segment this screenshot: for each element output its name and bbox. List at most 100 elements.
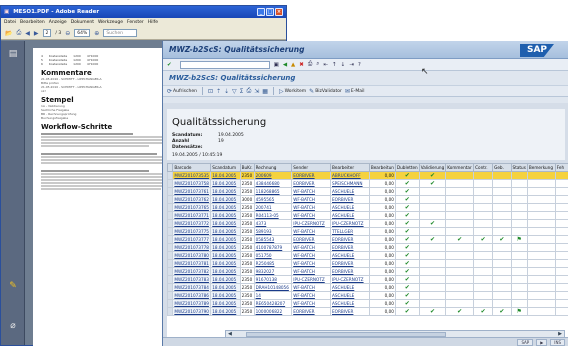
cell-bearbeiter[interactable]: ASCHUELE [330,283,370,292]
cell-barcode[interactable]: MWZ201073781 [172,259,212,268]
cell-sender[interactable]: IPU-CZERNOTZ [291,219,332,228]
cell-rechnung[interactable]: RE650428207 [253,299,293,308]
cell-rechnung[interactable]: 200609 [253,171,293,180]
cell-barcode[interactable]: MWZ201073784 [172,283,212,292]
column-header[interactable]: Rechnung [253,163,293,172]
save-icon[interactable]: ▣ [274,62,279,68]
cell-sender[interactable]: EORBIVER [291,307,332,316]
email-button[interactable]: ✉ E-Mail [345,88,365,95]
cell-date[interactable]: 18.04.2005 [210,283,241,292]
cell-barcode[interactable]: MWZ201073777 [172,235,212,244]
cell-rechnung[interactable]: 14 [253,291,293,300]
cell-date[interactable]: 18.04.2005 [210,235,241,244]
table-row[interactable]: MWZ201073777 18.04.2005 2350 0585543 EORBIVE… [167,235,568,244]
cell-bearbeiter[interactable]: IPU-CZERNOTZ [330,275,370,284]
cell-bearbeiter[interactable]: IPU-CZERNOTZ [330,219,370,228]
first-page-icon[interactable]: ⇤ [323,62,328,68]
table-row[interactable]: MWZ201073775 18.04.2005 2350 589193 WF-BATCH… [167,227,568,236]
nav-next-icon[interactable]: ▶ [34,30,39,37]
cell-rechnung[interactable]: 4100787879 [253,243,293,252]
cancel-icon[interactable]: ✖ [299,62,304,68]
cell-barcode[interactable]: MWZ201073772 [172,219,212,228]
column-header[interactable]: Kommentar [445,163,475,172]
table-row[interactable]: MWZ201073778 18.04.2005 2350 4100787879 WF-B… [167,243,568,252]
table-row[interactable]: MWZ201073758 18.04.2005 2350 438446680 EORBI… [167,179,568,188]
cell-bearbeiter[interactable]: ASCHUELE [330,187,370,196]
cell-barcode[interactable]: MWZ201073780 [172,251,212,260]
cell-sender[interactable]: WF-BATCH [291,267,332,276]
cell-date[interactable]: 18.04.2005 [210,243,241,252]
cell-barcode[interactable]: MWZ201073782 [172,267,212,276]
column-header[interactable]: Feh [554,163,568,172]
cell-bearbeiter[interactable]: ABRUCKHOFF [330,171,370,180]
cell-rechnung[interactable]: 4595565 [253,195,293,204]
layout-icon[interactable]: ▦ [262,88,268,95]
command-field[interactable] [179,60,270,69]
help-icon[interactable]: ? [358,62,361,68]
cell-date[interactable]: 18.04.2005 [210,227,241,236]
cell-sender[interactable]: EORBIVER [291,179,332,188]
cell-sender[interactable]: EORBIVER [291,171,332,180]
cell-date[interactable]: 18.04.2005 [210,219,241,228]
cell-barcode[interactable]: MWZ201073786 [172,291,212,300]
table-row[interactable]: MWZ201073789 18.04.2005 2350 RE650428207 WF-… [167,299,568,308]
zoom-in-icon[interactable]: ⊕ [94,30,99,37]
cell-date[interactable]: 18.04.2005 [210,171,241,180]
menu-item-bearbeiten[interactable]: Bearbeiten [20,20,45,25]
cell-sender[interactable]: WF-BATCH [291,283,332,292]
table-row[interactable]: MWZ201073761 18.04.2005 2350 118268865 WF-BA… [167,187,568,196]
print-preview-icon[interactable]: ⎙ [246,87,251,95]
cell-bearbeiter[interactable]: TTELLGER [330,227,370,236]
last-page-icon[interactable]: ⇥ [349,62,354,68]
cell-rechnung[interactable]: 438446680 [253,179,293,188]
cell-bearbeiter[interactable]: ASCHUELE [330,299,370,308]
table-row[interactable]: MWZ201073786 18.04.2005 2350 14 WF-BATCH ASCH… [167,291,568,300]
cell-sender[interactable]: WF-BATCH [291,299,332,308]
attachment-icon[interactable]: ✎ [8,281,18,291]
cell-bearbeiter[interactable]: ASCHUELE [330,211,370,220]
paperclip-icon[interactable]: ⌀ [8,321,18,331]
open-icon[interactable]: 📂 [5,30,12,37]
table-row[interactable]: MWZ201073772 18.04.2005 2350 4373 IPU-CZERNO… [167,219,568,228]
find-icon[interactable]: ⌕ [316,61,319,68]
cell-rechnung[interactable]: 200741 [253,203,293,212]
cell-rechnung[interactable]: 589193 [253,227,293,236]
cell-date[interactable]: 18.04.2005 [210,211,241,220]
prev-page-icon[interactable]: ↑ [332,62,337,68]
print-icon[interactable]: ⎙ [16,29,21,37]
cell-barcode[interactable]: MWZ201073775 [172,227,212,236]
cell-barcode[interactable]: MWZ201073789 [172,299,212,308]
table-row[interactable]: MWZ201073790 18.04.2005 2350 1000006822 EORB… [167,307,568,316]
cell-date[interactable]: 18.04.2005 [210,299,241,308]
cell-sender[interactable]: EORBIVER [291,235,332,244]
scroll-thumb[interactable] [246,331,446,337]
details-icon[interactable]: ⊡ [208,88,213,95]
column-header[interactable]: Geb. [492,163,512,172]
exit-icon[interactable]: ▲ [291,62,295,68]
nav-prev-icon[interactable]: ◀ [25,30,30,37]
cell-bearbeiter[interactable]: ASCHUELE [330,291,370,300]
page-number-input[interactable]: 2 [42,29,52,37]
cell-barcode[interactable]: MWZ201073771 [172,211,212,220]
cell-sender[interactable]: WF-BATCH [291,203,332,212]
cell-rechnung[interactable]: 051750 [253,251,293,260]
table-row[interactable]: MWZ201073781 18.04.2005 2350 R250485 WF-BATC… [167,259,568,268]
sum-icon[interactable]: Σ [240,88,244,95]
workitem-button[interactable]: ▷ Workitem [279,88,306,95]
refresh-button[interactable]: ⟳ Aufrischen [167,88,197,95]
column-header[interactable]: Contr. [473,163,494,172]
menu-item-hilfe[interactable]: Hilfe [148,20,158,25]
close-button[interactable]: × [275,8,283,16]
column-header[interactable]: BuKr. [239,163,255,172]
cell-date[interactable]: 18.04.2005 [210,267,241,276]
menu-item-datei[interactable]: Datei [4,20,16,25]
cell-barcode[interactable]: MWZ201073765 [172,203,212,212]
cell-bearbeiter[interactable]: EORBIVER [330,243,370,252]
print-icon[interactable]: ⎙ [308,61,312,68]
cell-sender[interactable]: WF-BATCH [291,243,332,252]
zoom-out-icon[interactable]: ⊖ [65,30,70,37]
menu-item-dokument[interactable]: Dokument [71,20,94,25]
cell-barcode[interactable]: MWZ201073783 [172,275,212,284]
menu-item-fenster[interactable]: Fenster [127,20,144,25]
export-icon[interactable]: ⇲ [254,88,259,95]
